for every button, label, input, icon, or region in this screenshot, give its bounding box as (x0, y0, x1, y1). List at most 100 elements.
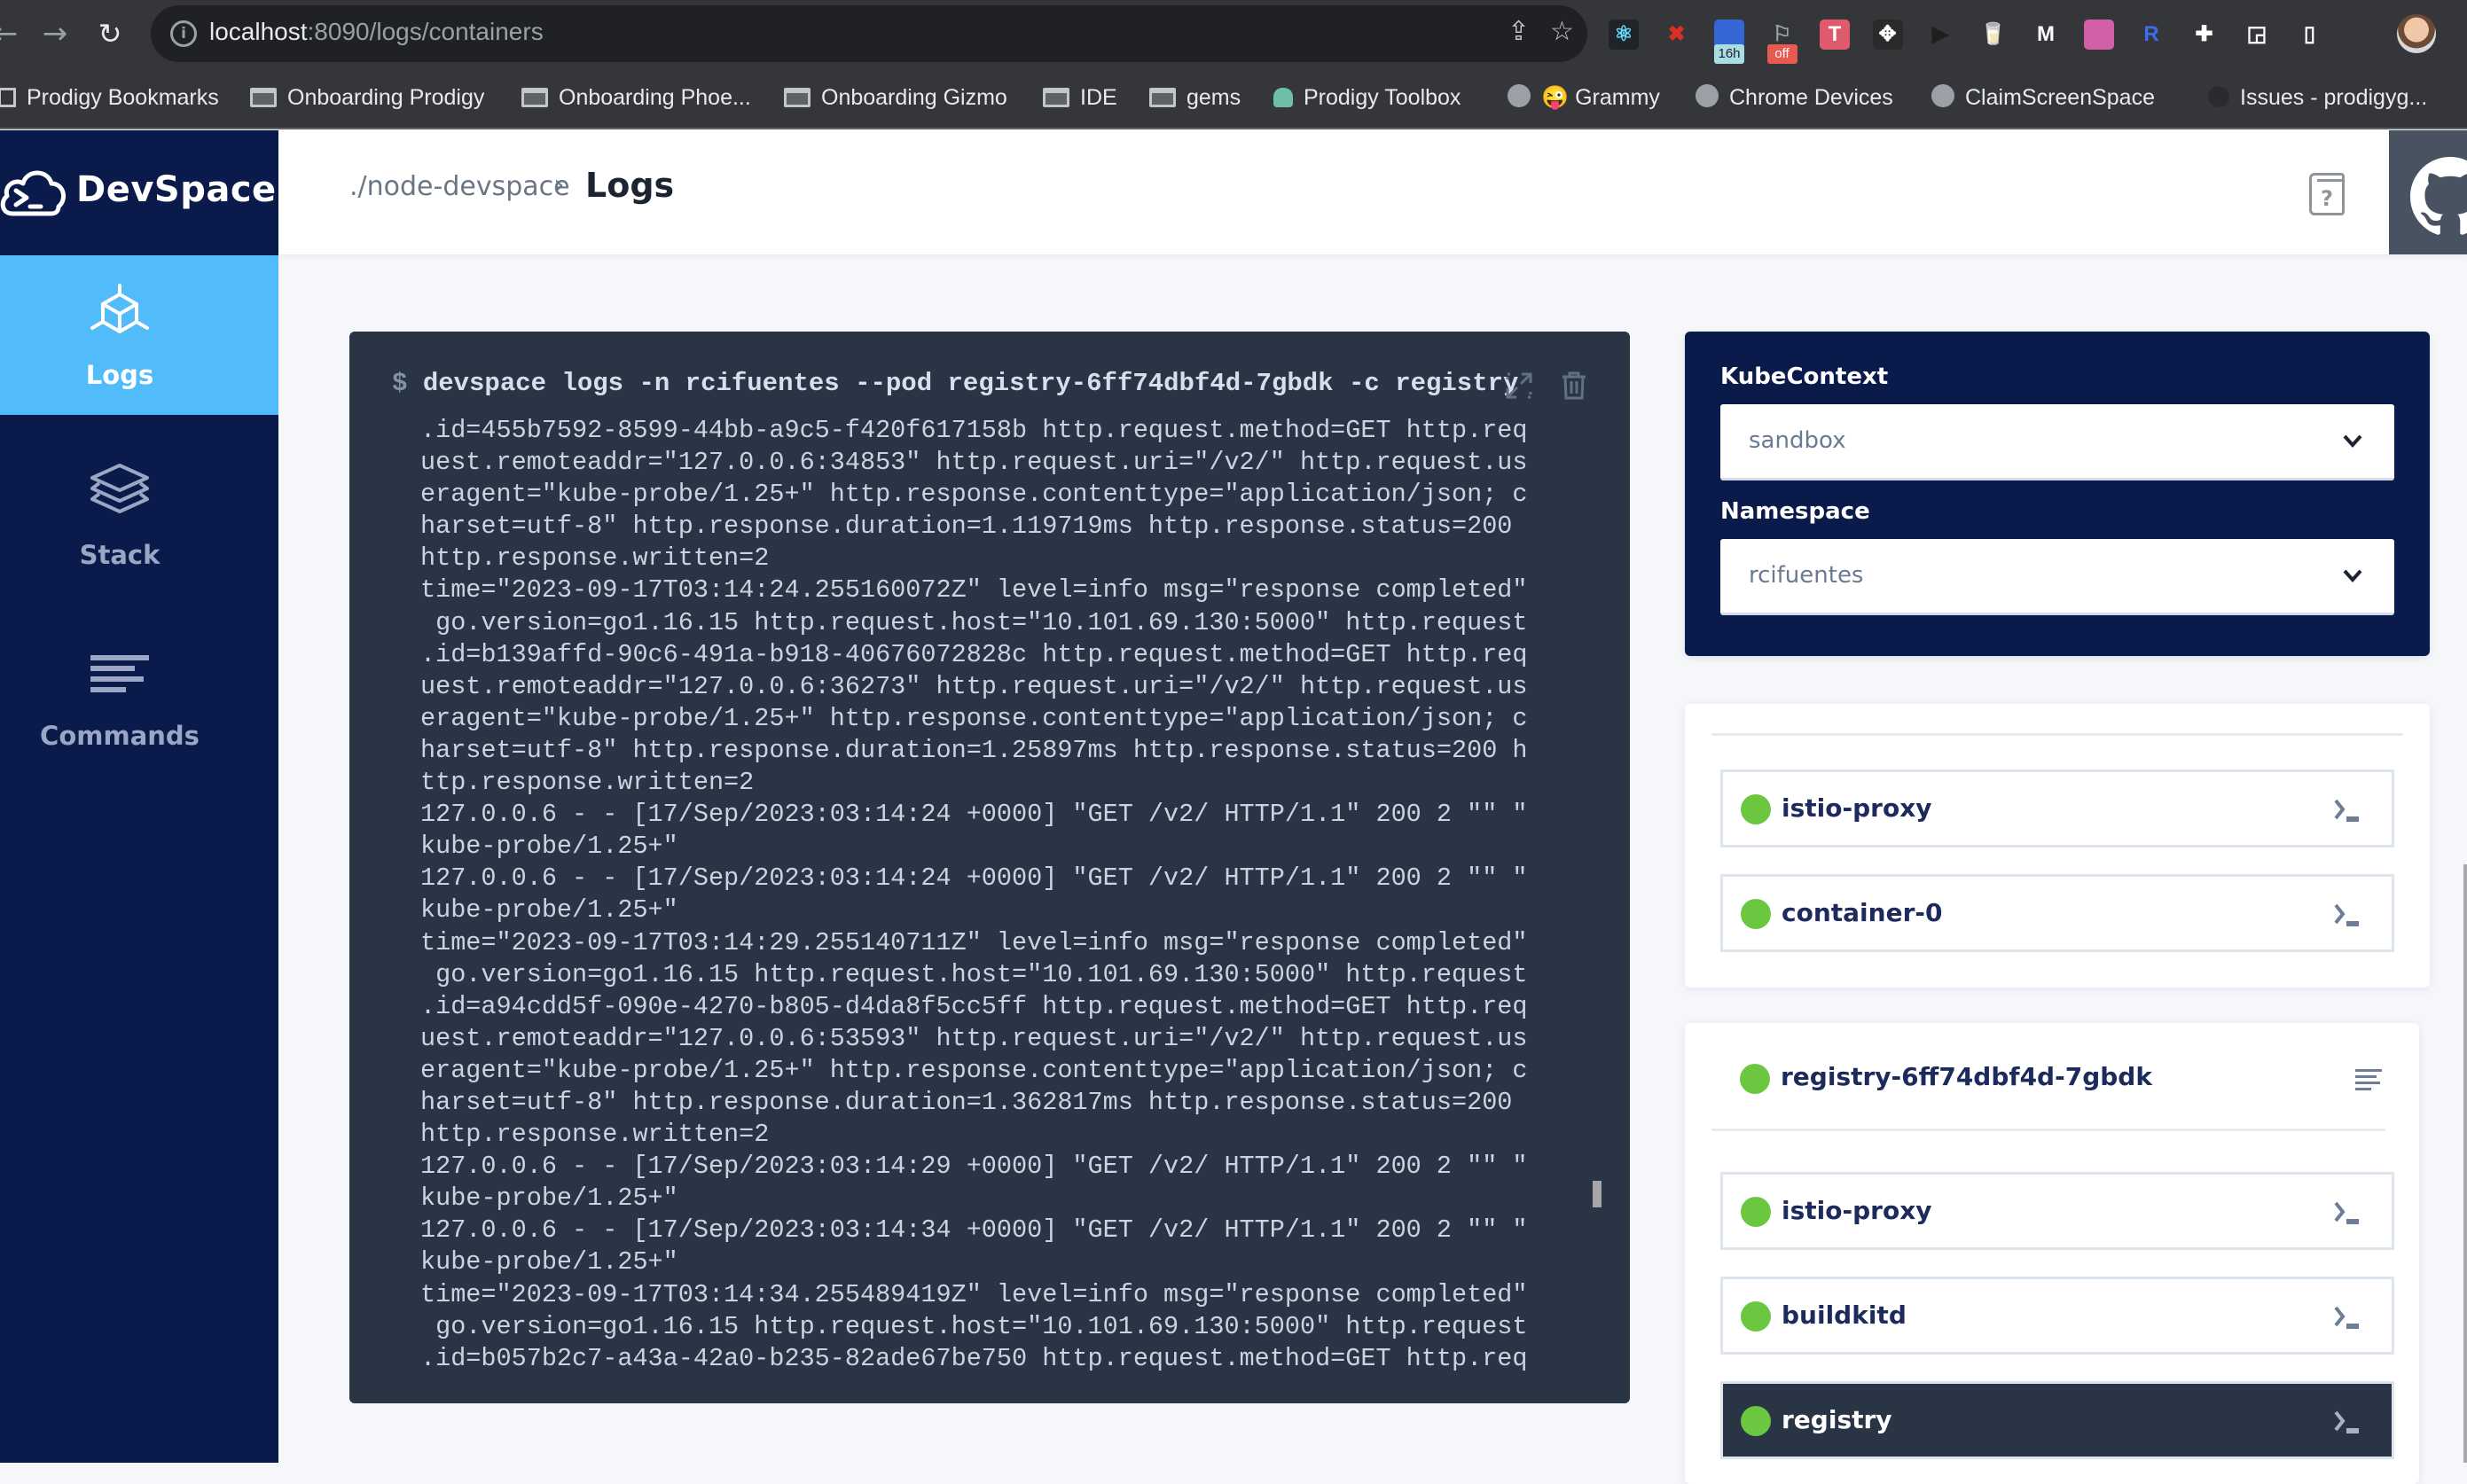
log-line: time="2023-09-17T03:14:24.255160072Z" le… (420, 575, 1528, 605)
log-line: uest.remoteaddr="127.0.0.6:34853" http.r… (420, 448, 1528, 478)
milk-extension-icon[interactable]: 🥛 (1978, 20, 2009, 50)
log-terminal: $ devspace logs -n rcifuentes --pod regi… (349, 332, 1630, 1403)
bookmark-item[interactable]: Onboarding Phoe... (521, 80, 751, 115)
log-line: uest.remoteaddr="127.0.0.6:36273" http.r… (420, 671, 1528, 701)
container-name: container-0 (1782, 898, 1943, 927)
status-dot (1741, 899, 1771, 929)
tape-extension-icon[interactable]: T (1820, 20, 1850, 50)
trash-icon[interactable] (1559, 371, 1589, 401)
expand-icon[interactable] (1504, 371, 1534, 401)
back-button[interactable]: ← (0, 16, 23, 51)
log-line: eragent="kube-probe/1.25+" http.response… (420, 1055, 1528, 1085)
terminal-icon[interactable] (2331, 902, 2361, 928)
chevron-down-icon (2343, 434, 2362, 448)
gradient-extension-icon[interactable] (2083, 20, 2114, 50)
log-line: go.version=go1.16.15 http.request.host="… (420, 607, 1528, 637)
docs-help-icon[interactable]: ? (2309, 173, 2345, 215)
page-title: Logs (585, 166, 675, 205)
sidebar-item-commands[interactable]: Commands (0, 616, 278, 776)
bookmark-item[interactable]: Prodigy Bookmarks (0, 80, 219, 115)
pod-card: registry-6ff74dbf4d-7gbdk istio-proxy bu… (1685, 1023, 2419, 1484)
timer-extension-icon[interactable]: 16h (1714, 20, 1744, 64)
container-item[interactable]: buildkitd (1720, 1277, 2394, 1355)
sidebar-item-label: Logs (85, 360, 154, 390)
address-bar[interactable]: i localhost:8090/logs/containers ⇪ ☆ (151, 5, 1587, 62)
bookmark-item[interactable]: Onboarding Prodigy (250, 80, 484, 115)
x-extension-icon[interactable]: ✖ (1662, 20, 1692, 50)
container-name: istio-proxy (1782, 793, 1932, 823)
globe-icon (1508, 84, 1531, 107)
terminal-icon[interactable] (2331, 1199, 2361, 1226)
log-line: .id=a94cdd5f-090e-4270-b805-d4da8f5cc5ff… (420, 991, 1528, 1021)
folder-icon (1043, 88, 1069, 107)
bookmark-item[interactable]: Prodigy Toolbox (1273, 80, 1461, 115)
prompt-symbol: $ (392, 369, 408, 398)
breadcrumb-parent[interactable]: ./node-devspace (349, 171, 570, 202)
container-item[interactable]: istio-proxy (1720, 769, 2394, 847)
bookmark-label: Onboarding Prodigy (287, 85, 485, 110)
bookmark-label: Onboarding Gizmo (821, 85, 1007, 110)
browser-toolbar: ← → ↻ i localhost:8090/logs/containers ⇪… (0, 0, 2467, 67)
terminal-icon[interactable] (2331, 797, 2361, 824)
folder-icon (521, 88, 548, 107)
log-line: uest.remoteaddr="127.0.0.6:53593" http.r… (420, 1023, 1528, 1053)
container-item[interactable]: container-0 (1720, 874, 2394, 952)
bookmark-label: Issues - prodigyg... (2240, 85, 2428, 110)
extension-badge: off (1766, 44, 1797, 64)
reload-button[interactable]: ↻ (92, 16, 128, 51)
terminal-icon[interactable] (2331, 1304, 2361, 1331)
bookmark-item[interactable]: Onboarding Gizmo (784, 80, 1007, 115)
container-item-active[interactable]: registry (1720, 1381, 2394, 1459)
namespace-select[interactable]: rcifuentes (1720, 539, 2394, 615)
page-header: ./node-devspace › Logs ? (278, 130, 2467, 254)
cast-extension-icon[interactable]: ◲ (2242, 20, 2272, 50)
cube-icon (90, 284, 149, 333)
log-scrollbar[interactable] (1593, 1181, 1602, 1207)
brand[interactable]: DevSpace (0, 130, 278, 254)
kubecontext-label: KubeContext (1720, 363, 1889, 390)
measure-extension-icon[interactable]: ✥ (1872, 20, 1903, 50)
bookmark-item[interactable]: ClaimScreenSpace (1931, 80, 2155, 115)
play-extension-icon[interactable]: ▶ (1925, 20, 1955, 50)
bookmark-item[interactable]: gems (1149, 80, 1241, 115)
log-line: 127.0.0.6 - - [17/Sep/2023:03:14:29 +000… (420, 1152, 1528, 1182)
flag-extension-icon[interactable]: ⚐ off (1766, 20, 1797, 64)
pod-logs-icon[interactable] (2355, 1069, 2382, 1090)
r-extension-icon[interactable]: R (2136, 20, 2166, 50)
sidebar-item-logs[interactable]: Logs (0, 255, 278, 415)
pod-header: registry-6ff74dbf4d-7gbdk (1711, 1023, 2385, 1131)
react-devtools-icon[interactable]: ⚛ (1609, 20, 1639, 50)
log-line: go.version=go1.16.15 http.request.host="… (420, 1311, 1528, 1341)
forward-button[interactable]: → (37, 16, 73, 51)
bookmark-label: ClaimScreenSpace (1965, 85, 2155, 110)
log-line: http.response.written=2 (420, 543, 770, 574)
m-extension-icon[interactable]: M (2031, 20, 2061, 50)
log-output[interactable]: .id=455b7592-8599-44bb-a9c5-f420f617158b… (420, 415, 1591, 1381)
sidepanel-extension-icon[interactable]: ▯ (2295, 20, 2325, 50)
share-icon[interactable]: ⇪ (1508, 16, 1530, 47)
url-text[interactable]: localhost:8090/logs/containers (209, 18, 544, 46)
log-line: ttp.response.written=2 (420, 768, 755, 798)
bookmark-star-icon[interactable]: ☆ (1550, 16, 1574, 47)
monster-icon (1273, 88, 1293, 107)
log-command: $ devspace logs -n rcifuentes --pod regi… (392, 369, 1518, 398)
page-scrollbar[interactable] (2463, 864, 2467, 1463)
url-host: localhost (209, 18, 308, 45)
bookmark-item[interactable]: IDE (1043, 80, 1117, 115)
container-item[interactable]: istio-proxy (1720, 1172, 2394, 1250)
brand-name: DevSpace (76, 169, 277, 210)
log-line: kube-probe/1.25+" (420, 895, 678, 926)
bookmark-item[interactable]: Issues - prodigyg... (2208, 80, 2427, 115)
log-line: kube-probe/1.25+" (420, 832, 678, 862)
profile-avatar[interactable] (2397, 14, 2436, 53)
sidebar-item-stack[interactable]: Stack (0, 435, 278, 595)
terminal-icon[interactable] (2331, 1409, 2361, 1435)
bookmark-item[interactable]: 😜 Grammy (1508, 80, 1660, 115)
kubecontext-select[interactable]: sandbox (1720, 404, 2394, 480)
status-dot (1741, 794, 1771, 824)
site-info-icon[interactable]: i (170, 20, 197, 47)
github-button[interactable] (2389, 130, 2467, 254)
bookmark-item[interactable]: Chrome Devices (1696, 80, 1893, 115)
puzzle-extension-icon[interactable]: ✚ (2189, 20, 2220, 50)
log-line: time="2023-09-17T03:14:34.255489419Z" le… (420, 1279, 1528, 1309)
